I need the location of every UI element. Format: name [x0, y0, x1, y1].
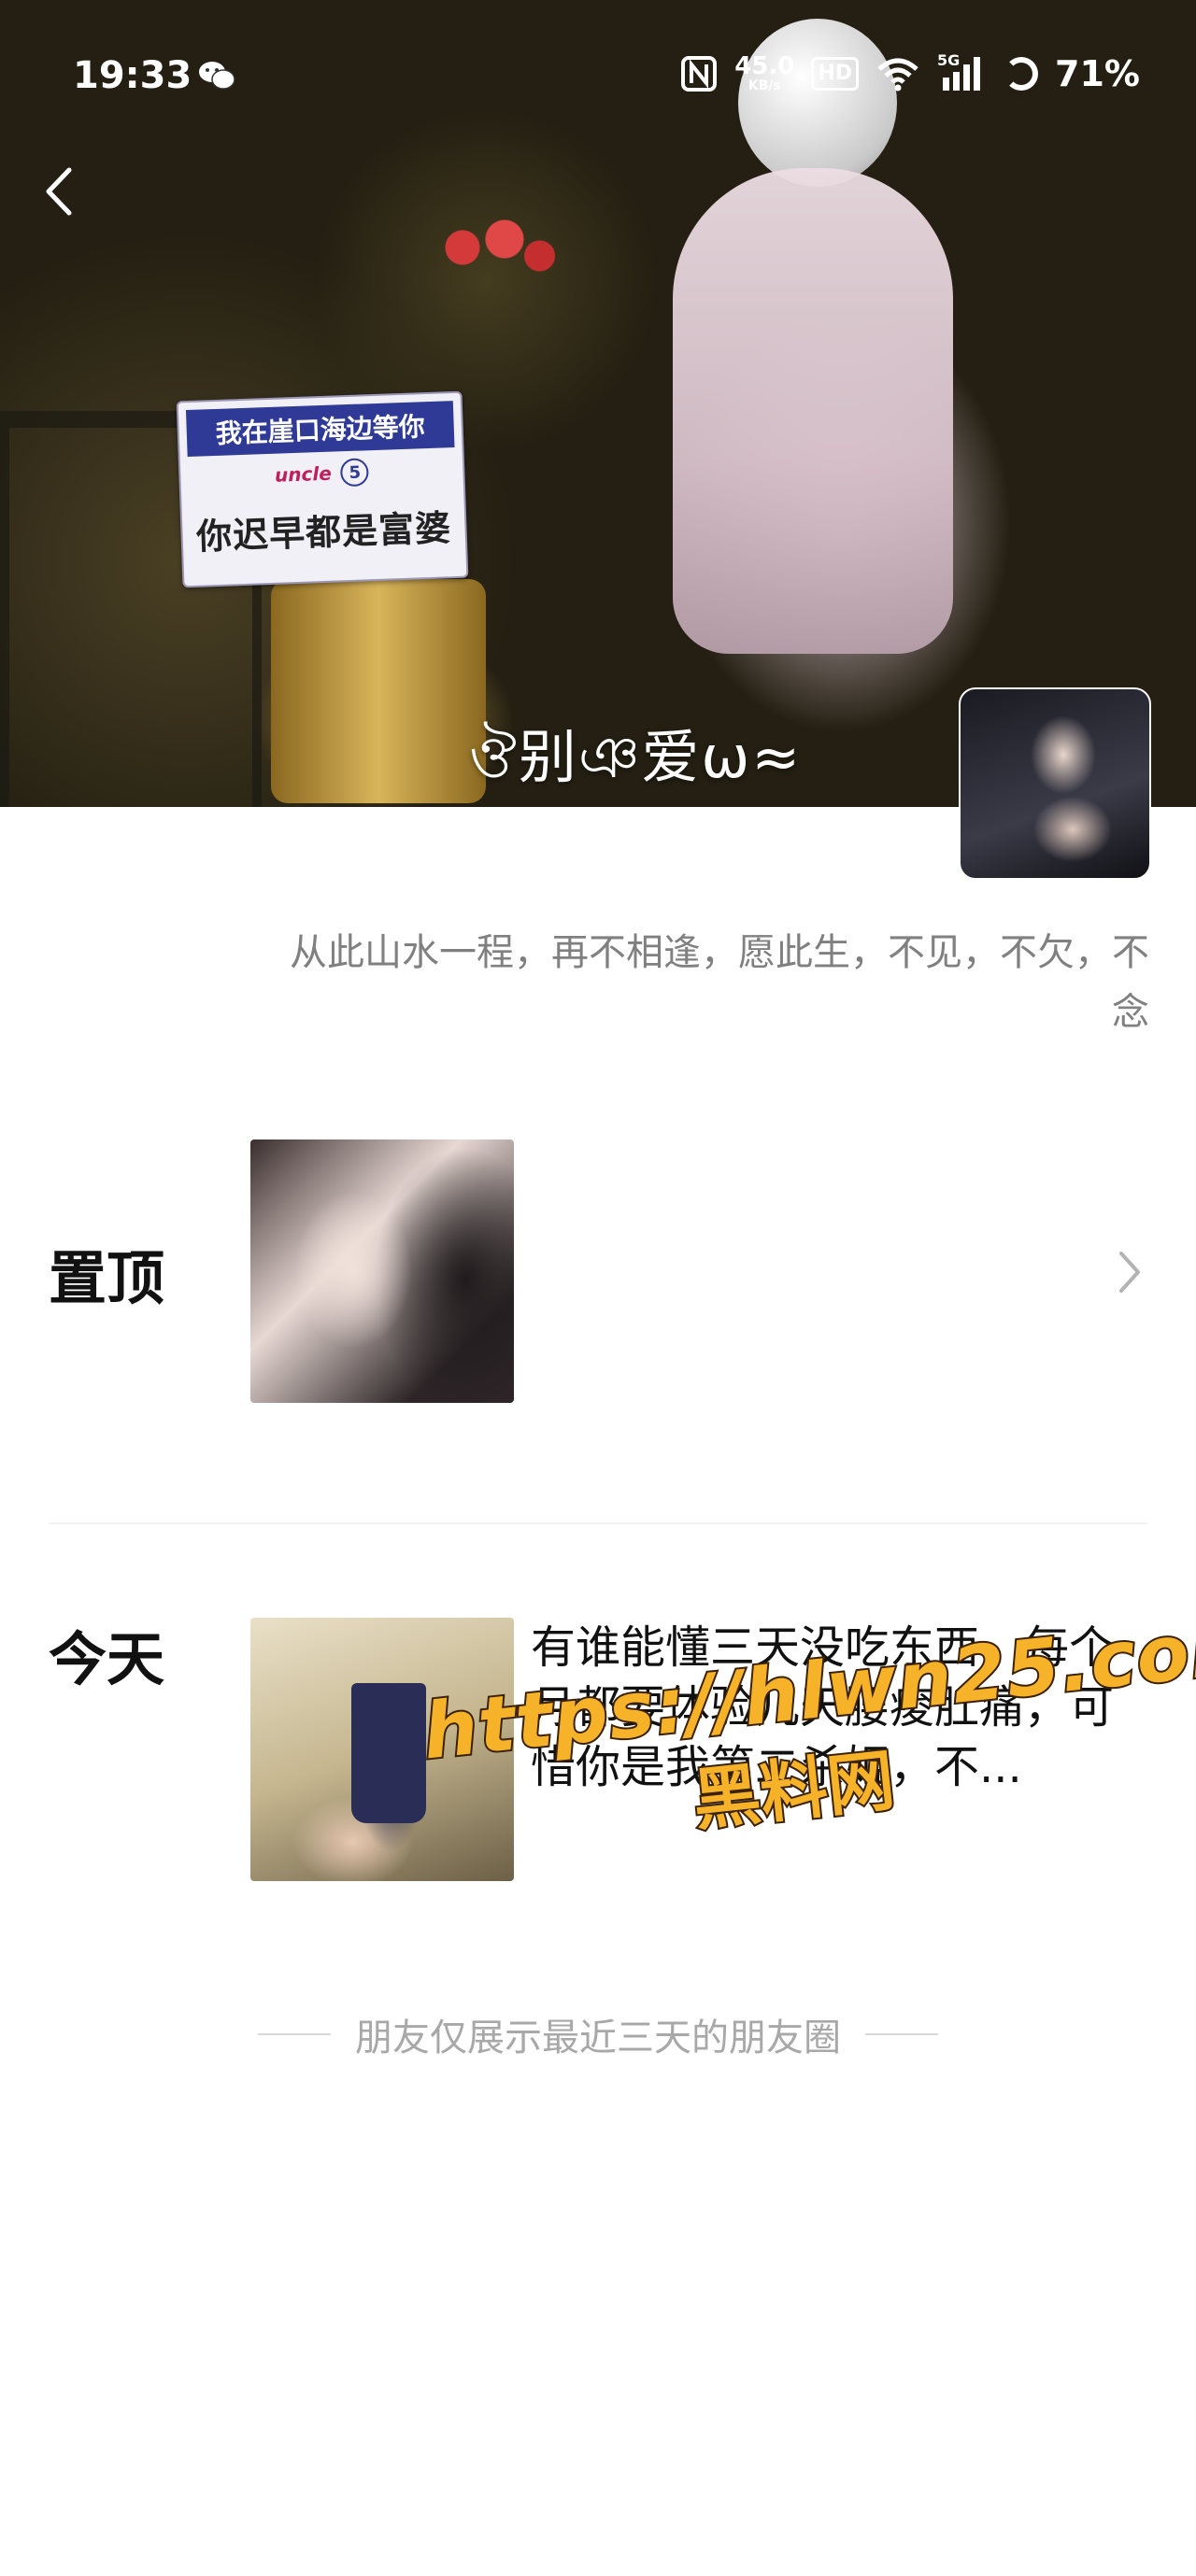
flowers-graphic — [420, 205, 561, 290]
status-time: 19:33 — [73, 54, 192, 97]
nfc-icon — [681, 56, 718, 92]
network-speed: 45.0 KB/s — [734, 54, 794, 93]
back-icon[interactable] — [37, 159, 84, 224]
battery-icon — [1004, 57, 1039, 91]
sign-brand: uncle — [274, 461, 333, 487]
sign-brand-row: uncle 5 — [180, 453, 463, 495]
footer-line-right — [865, 2033, 938, 2035]
network-speed-value: 45.0 — [734, 52, 795, 80]
sign-line2: 你迟早都是富婆 — [195, 506, 452, 558]
cup-graphic — [351, 1683, 426, 1823]
person-graphic — [673, 168, 953, 654]
today-label: 今天 — [49, 1625, 165, 1693]
wechat-icon — [199, 62, 235, 90]
battery-level: 71% — [1055, 53, 1140, 94]
sign-number: 5 — [340, 458, 370, 488]
today-post-thumbnail[interactable] — [250, 1618, 514, 1881]
today-post-text[interactable]: 有谁能懂三天没吃东西，每个月都要体验几天腰痠肚痛，可惜你是我第二杀姬，不... — [531, 1618, 1147, 1797]
pinned-post-thumbnail[interactable] — [250, 1139, 514, 1403]
profile-avatar[interactable] — [959, 687, 1151, 880]
wifi-icon — [877, 58, 918, 92]
status-bar: 19:33 45.0 KB/s HD 5G 71% — [0, 0, 1196, 159]
hd-badge: HD — [811, 57, 860, 91]
status-icons: 45.0 KB/s HD 5G 71% — [680, 50, 1140, 97]
footer-note-text: 朋友仅展示最近三天的朋友圈 — [355, 2017, 841, 2059]
profile-signature: 从此山水一程，再不相逢，愿此生，不见，不欠，不念 — [290, 931, 1149, 1034]
footer-line-left — [258, 2033, 331, 2035]
footer-note: 朋友仅展示最近三天的朋友圈 — [224, 2010, 972, 2059]
cellular-signal: 5G — [937, 51, 988, 92]
profile-nickname: ঔ别ঞ爱ω≈ — [469, 723, 803, 791]
network-speed-unit: KB/s — [748, 78, 781, 93]
pinned-label: 置顶 — [49, 1244, 165, 1312]
cover-sign: 我在崖口海边等你 uncle 5 你迟早都是富婆 — [176, 390, 469, 588]
barrel-graphic — [271, 579, 486, 803]
chevron-right-icon[interactable] — [1114, 1248, 1146, 1296]
signal-icon — [943, 57, 981, 91]
sign-line1: 我在崖口海边等你 — [185, 401, 455, 458]
section-divider — [49, 1522, 1147, 1524]
